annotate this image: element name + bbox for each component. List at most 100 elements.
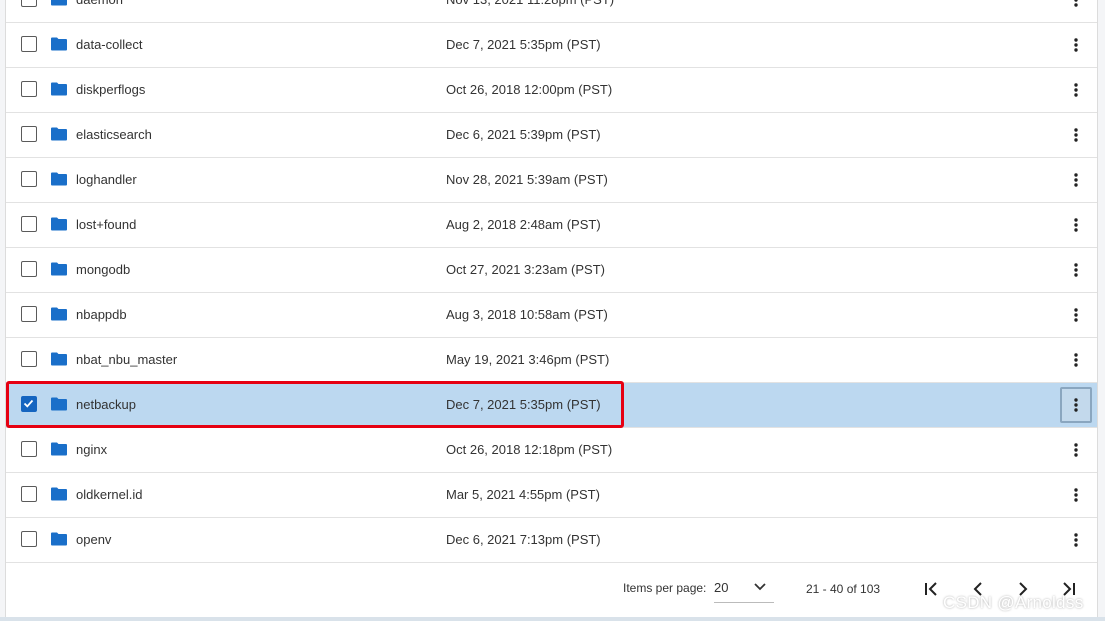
row-menu-button[interactable]	[1060, 297, 1092, 333]
check-icon	[23, 399, 34, 408]
paginator: Items per page: 20 21 - 40 of 103	[6, 563, 1097, 615]
modified-date: Nov 13, 2021 11:28pm (PST)	[446, 0, 614, 7]
more-vert-icon	[1074, 173, 1078, 187]
file-name[interactable]: oldkernel.id	[76, 487, 143, 502]
file-name[interactable]: nbappdb	[76, 307, 127, 322]
table-row[interactable]: nbappdb Aug 3, 2018 10:58am (PST)	[6, 293, 1097, 338]
row-checkbox[interactable]	[21, 81, 37, 97]
first-page-button[interactable]	[921, 579, 941, 599]
table-row[interactable]: loghandler Nov 28, 2021 5:39am (PST)	[6, 158, 1097, 203]
more-vert-icon	[1074, 0, 1078, 7]
folder-icon	[51, 397, 67, 411]
row-checkbox[interactable]	[21, 261, 37, 277]
folder-icon	[51, 307, 67, 321]
folder-icon	[51, 262, 67, 276]
row-checkbox[interactable]	[21, 171, 37, 187]
watermark: CSDN @Arnoldss	[943, 593, 1084, 612]
folder-icon	[51, 37, 67, 51]
row-checkbox[interactable]	[21, 216, 37, 232]
row-checkbox[interactable]	[21, 36, 37, 52]
page-range-label: 21 - 40 of 103	[806, 582, 881, 596]
file-name[interactable]: daemon	[76, 0, 123, 7]
row-menu-button[interactable]	[1060, 117, 1092, 153]
folder-icon	[51, 532, 67, 546]
table-row[interactable]: lost+found Aug 2, 2018 2:48am (PST)	[6, 203, 1097, 248]
file-name[interactable]: elasticsearch	[76, 127, 152, 142]
row-checkbox[interactable]	[21, 306, 37, 322]
folder-icon	[51, 127, 67, 141]
modified-date: Oct 26, 2018 12:18pm (PST)	[446, 442, 613, 457]
file-name[interactable]: nginx	[76, 442, 107, 457]
row-menu-button[interactable]	[1060, 477, 1092, 513]
row-checkbox[interactable]	[21, 126, 37, 142]
table-row[interactable]: netbackup Dec 7, 2021 5:35pm (PST)	[6, 383, 1097, 428]
table-row[interactable]: data-collect Dec 7, 2021 5:35pm (PST)	[6, 23, 1097, 68]
more-vert-icon	[1074, 128, 1078, 142]
folder-icon	[51, 172, 67, 186]
file-name[interactable]: openv	[76, 532, 111, 547]
modified-date: Nov 28, 2021 5:39am (PST)	[446, 172, 608, 187]
row-checkbox[interactable]	[21, 351, 37, 367]
row-menu-button[interactable]	[1060, 522, 1092, 558]
modified-date: Oct 26, 2018 12:00pm (PST)	[446, 82, 613, 97]
file-list-panel: daemon Nov 13, 2021 11:28pm (PST) data-c…	[5, 0, 1098, 617]
row-checkbox[interactable]	[21, 396, 37, 412]
modified-date: Aug 2, 2018 2:48am (PST)	[446, 217, 601, 232]
modified-date: Oct 27, 2021 3:23am (PST)	[446, 262, 605, 277]
items-per-page-label: Items per page:	[623, 581, 707, 595]
table-row[interactable]: nginx Oct 26, 2018 12:18pm (PST)	[6, 428, 1097, 473]
row-menu-button[interactable]	[1060, 72, 1092, 108]
more-vert-icon	[1074, 533, 1078, 547]
row-menu-button[interactable]	[1060, 0, 1092, 18]
more-vert-icon	[1074, 398, 1078, 412]
folder-icon	[51, 442, 67, 456]
row-menu-button[interactable]	[1060, 387, 1092, 423]
more-vert-icon	[1074, 308, 1078, 322]
more-vert-icon	[1074, 83, 1078, 97]
more-vert-icon	[1074, 263, 1078, 277]
table-row[interactable]: daemon Nov 13, 2021 11:28pm (PST)	[6, 0, 1097, 23]
modified-date: Dec 7, 2021 5:35pm (PST)	[446, 397, 601, 412]
items-per-page-value: 20	[714, 580, 729, 595]
folder-icon	[51, 0, 67, 6]
row-checkbox[interactable]	[21, 0, 37, 7]
table-row[interactable]: openv Dec 6, 2021 7:13pm (PST)	[6, 518, 1097, 563]
table-row[interactable]: mongodb Oct 27, 2021 3:23am (PST)	[6, 248, 1097, 293]
table-row[interactable]: diskperflogs Oct 26, 2018 12:00pm (PST)	[6, 68, 1097, 113]
modified-date: Dec 6, 2021 7:13pm (PST)	[446, 532, 601, 547]
row-checkbox[interactable]	[21, 531, 37, 547]
folder-icon	[51, 487, 67, 501]
table-row[interactable]: oldkernel.id Mar 5, 2021 4:55pm (PST)	[6, 473, 1097, 518]
row-menu-button[interactable]	[1060, 27, 1092, 63]
row-checkbox[interactable]	[21, 441, 37, 457]
more-vert-icon	[1074, 218, 1078, 232]
modified-date: Dec 7, 2021 5:35pm (PST)	[446, 37, 601, 52]
first-page-icon	[925, 582, 937, 596]
modified-date: Aug 3, 2018 10:58am (PST)	[446, 307, 608, 322]
file-name[interactable]: nbat_nbu_master	[76, 352, 177, 367]
modified-date: May 19, 2021 3:46pm (PST)	[446, 352, 610, 367]
chevron-down-icon	[754, 583, 766, 591]
more-vert-icon	[1074, 488, 1078, 502]
row-menu-button[interactable]	[1060, 162, 1092, 198]
items-per-page-select[interactable]: 20	[714, 575, 774, 603]
row-checkbox[interactable]	[21, 486, 37, 502]
file-name[interactable]: mongodb	[76, 262, 130, 277]
file-name[interactable]: loghandler	[76, 172, 137, 187]
row-menu-button[interactable]	[1060, 252, 1092, 288]
table-row[interactable]: elasticsearch Dec 6, 2021 5:39pm (PST)	[6, 113, 1097, 158]
row-menu-button[interactable]	[1060, 207, 1092, 243]
file-name[interactable]: netbackup	[76, 397, 136, 412]
file-name[interactable]: lost+found	[76, 217, 136, 232]
row-menu-button[interactable]	[1060, 342, 1092, 378]
row-menu-button[interactable]	[1060, 432, 1092, 468]
more-vert-icon	[1074, 353, 1078, 367]
file-name[interactable]: diskperflogs	[76, 82, 145, 97]
folder-icon	[51, 352, 67, 366]
folder-icon	[51, 82, 67, 96]
folder-icon	[51, 217, 67, 231]
bottom-divider	[0, 617, 1105, 621]
file-name[interactable]: data-collect	[76, 37, 142, 52]
table-row[interactable]: nbat_nbu_master May 19, 2021 3:46pm (PST…	[6, 338, 1097, 383]
more-vert-icon	[1074, 443, 1078, 457]
